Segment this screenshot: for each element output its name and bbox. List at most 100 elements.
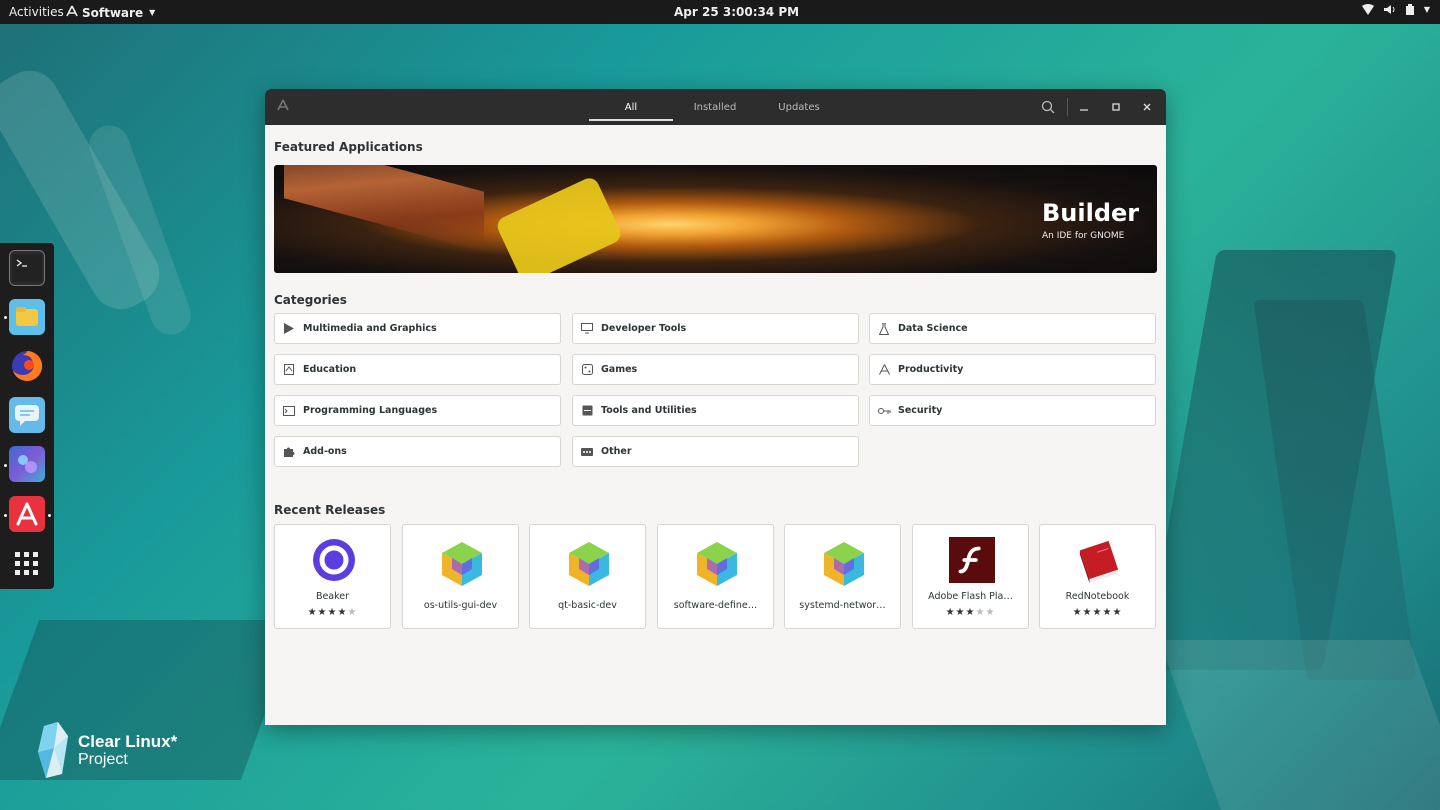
category-productivity[interactable]: Productivity [869, 354, 1156, 385]
app-name: qt-basic-dev [558, 600, 617, 611]
chat-icon[interactable] [9, 397, 45, 433]
category-label: Programming Languages [303, 405, 438, 416]
featured-app-subtitle: An IDE for GNOME [1042, 231, 1125, 241]
photos-icon[interactable] [9, 446, 45, 482]
flash-icon [949, 537, 995, 583]
battery-icon [1405, 4, 1414, 15]
pen-icon [870, 364, 898, 375]
monitor-icon [573, 323, 601, 334]
package-icon [439, 541, 485, 587]
category-other[interactable]: Other [572, 436, 859, 467]
featured-app-title: Builder [1042, 199, 1140, 227]
tab-all[interactable]: All [589, 89, 673, 125]
recent-releases-title: Recent Releases [274, 503, 386, 517]
app-menu-label: Software [82, 5, 144, 20]
clear-linux-logo: Clear Linux* Project [36, 722, 177, 780]
app-menu[interactable]: Software ▼ [66, 5, 155, 20]
app-tile-systemd-networkd[interactable]: systemd-networ… [784, 524, 901, 629]
banner-art [494, 175, 624, 273]
app-name: RedNotebook [1065, 591, 1130, 602]
wallpaper-crystal [1159, 640, 1440, 810]
book-icon [275, 364, 303, 375]
play-icon [275, 323, 303, 334]
category-education[interactable]: Education [274, 354, 561, 385]
category-label: Productivity [898, 364, 964, 375]
featured-banner[interactable]: Builder An IDE for GNOME [274, 165, 1157, 273]
star-rating: ★★★★★ [1072, 607, 1123, 618]
category-label: Add-ons [303, 446, 347, 457]
clear-linux-crystal-icon [38, 722, 68, 778]
volume-icon [1383, 5, 1395, 14]
brand-line-1: Clear Linux* [78, 732, 178, 751]
close-icon [1143, 103, 1151, 111]
app-tile-beaker[interactable]: Beaker ★★★★★ [274, 524, 391, 629]
minimize-icon [1080, 109, 1088, 111]
app-name: Adobe Flash Pla… [928, 591, 1013, 602]
app-name: systemd-networ… [799, 600, 886, 611]
tab-updates[interactable]: Updates [757, 89, 841, 125]
chevron-down-icon: ▼ [149, 8, 156, 17]
banner-art [284, 165, 484, 252]
category-add-ons[interactable]: Add-ons [274, 436, 561, 467]
clock[interactable]: Apr 25 3:00:34 PM [674, 5, 799, 19]
overview-page: Featured Applications Builder An IDE for… [265, 125, 1166, 725]
running-indicator [4, 464, 7, 467]
category-label: Security [898, 405, 943, 416]
maximize-icon [1112, 103, 1120, 111]
category-label: Tools and Utilities [601, 405, 697, 416]
package-icon [694, 541, 740, 587]
star-rating: ★★★★★ [945, 607, 996, 618]
chevron-down-icon: ▼ [1423, 5, 1430, 14]
dots-icon [573, 447, 601, 456]
app-name: os-utils-gui-dev [423, 600, 498, 611]
beaker-icon [311, 537, 357, 583]
firefox-icon[interactable] [9, 348, 45, 384]
app-tile-rednotebook[interactable]: RedNotebook ★★★★★ [1039, 524, 1156, 629]
category-label: Multimedia and Graphics [303, 323, 437, 334]
running-indicator [48, 514, 51, 517]
categories-title: Categories [274, 293, 347, 307]
category-data-science[interactable]: Data Science [869, 313, 1156, 344]
category-security[interactable]: Security [869, 395, 1156, 426]
header-bar: All Installed Updates [265, 89, 1166, 125]
system-tray[interactable]: ▼ [1361, 4, 1430, 15]
top-bar: Activities Software ▼ Apr 25 3:00:34 PM … [0, 0, 1440, 24]
category-label: Data Science [898, 323, 968, 334]
category-developer-tools[interactable]: Developer Tools [572, 313, 859, 344]
files-icon[interactable] [9, 299, 45, 335]
toolbox-icon [573, 405, 601, 416]
app-tile-qt-basic-dev[interactable]: qt-basic-dev [529, 524, 646, 629]
wifi-icon [1361, 4, 1374, 15]
flask-icon [870, 322, 898, 335]
app-tile-software-defined[interactable]: software-define… [657, 524, 774, 629]
puzzle-icon [275, 446, 303, 457]
star-rating: ★★★★★ [307, 607, 358, 618]
dice-icon [573, 364, 601, 375]
terminal-icon[interactable] [9, 250, 45, 286]
app-name: Beaker [315, 591, 350, 602]
notebook-icon [1076, 537, 1122, 583]
app-grid-icon[interactable] [9, 546, 45, 582]
activities-button[interactable]: Activities [9, 5, 64, 19]
close-button[interactable] [1138, 98, 1156, 116]
category-label: Education [303, 364, 357, 375]
dock [0, 243, 54, 589]
category-games[interactable]: Games [572, 354, 859, 385]
category-multimedia[interactable]: Multimedia and Graphics [274, 313, 561, 344]
package-icon [821, 541, 867, 587]
view-switcher: All Installed Updates [589, 89, 841, 125]
package-icon [566, 541, 612, 587]
category-programming-languages[interactable]: Programming Languages [274, 395, 561, 426]
running-indicator [4, 514, 7, 517]
key-icon [870, 407, 898, 415]
software-window: All Installed Updates Featured Applicati… [265, 89, 1166, 725]
app-tile-os-utils-gui-dev[interactable]: os-utils-gui-dev [402, 524, 519, 629]
category-tools-utilities[interactable]: Tools and Utilities [572, 395, 859, 426]
search-icon[interactable] [1041, 100, 1055, 114]
software-icon[interactable] [9, 496, 45, 532]
category-label: Games [601, 364, 638, 375]
maximize-button[interactable] [1107, 98, 1125, 116]
minimize-button[interactable] [1075, 98, 1093, 116]
app-tile-adobe-flash[interactable]: Adobe Flash Pla… ★★★★★ [912, 524, 1029, 629]
tab-installed[interactable]: Installed [673, 89, 757, 125]
